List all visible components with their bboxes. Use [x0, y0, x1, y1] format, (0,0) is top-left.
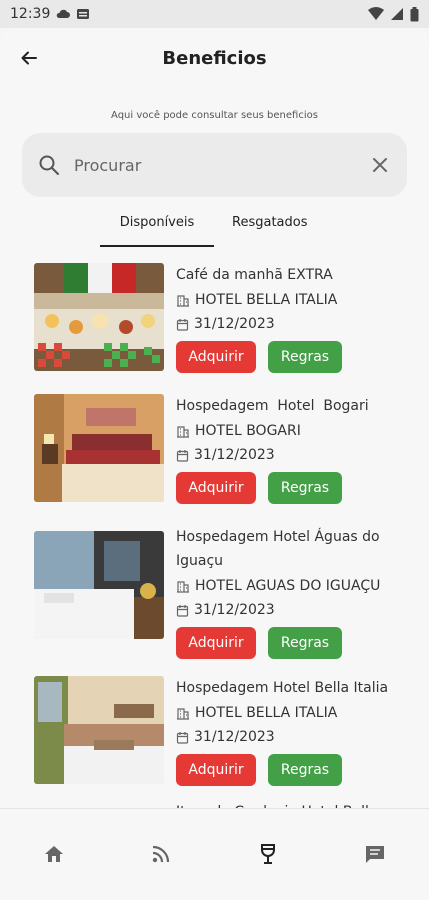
- calendar-icon: [176, 604, 189, 617]
- item-hotel-label: HOTEL AGUAS DO IGUAÇU: [195, 578, 381, 594]
- list-item[interactable]: Hospedagem Hotel Bogari HOTEL BOGARI 31/…: [0, 394, 429, 504]
- rules-button[interactable]: Regras: [268, 754, 342, 786]
- rules-button[interactable]: Regras: [268, 341, 342, 373]
- page-subtitle: Aqui você pode consultar seus beneficios: [111, 110, 318, 121]
- breakfast-buffet-image: [34, 263, 164, 371]
- screen: Beneficios Aqui você pode consultar seus…: [0, 28, 429, 900]
- status-time: 12:39: [10, 6, 51, 22]
- item-date: 31/12/2023: [176, 726, 411, 748]
- item-hotel: HOTEL BOGARI: [176, 420, 411, 442]
- rules-button[interactable]: Regras: [268, 472, 342, 504]
- item-date-label: 31/12/2023: [194, 316, 275, 332]
- item-name: Hospedagem Hotel Bogari: [176, 398, 369, 414]
- nav-feed[interactable]: [141, 839, 181, 869]
- item-hotel-label: HOTEL BELLA ITALIA: [195, 705, 338, 721]
- signal-icon: [391, 8, 403, 20]
- cloud-icon: [57, 9, 71, 18]
- acquire-button[interactable]: Adquirir: [176, 754, 256, 786]
- close-icon[interactable]: [367, 152, 393, 178]
- calendar-icon: [176, 731, 189, 744]
- calendar-icon: [176, 449, 189, 462]
- list-item[interactable]: Hospedagem Hotel Bella Italia HOTEL BELL…: [0, 676, 429, 786]
- status-bar: 12:39: [0, 0, 429, 28]
- acquire-button[interactable]: Adquirir: [176, 341, 256, 373]
- item-name: Item do Cardapio Hotel Bella Italia: [176, 800, 411, 808]
- benefits-list[interactable]: Café da manhã EXTRA HOTEL BELLA ITALIA 3…: [0, 263, 429, 808]
- item-hotel-label: HOTEL BELLA ITALIA: [195, 292, 338, 308]
- sim-card-icon: [77, 9, 90, 19]
- tab-disponiveis[interactable]: Disponíveis: [100, 213, 214, 247]
- rss-feed-icon: [152, 845, 169, 863]
- chat-icon: [366, 846, 385, 863]
- nav-benefits[interactable]: [248, 839, 288, 869]
- item-name: Café da manhã EXTRA: [176, 267, 333, 283]
- bottom-nav: [0, 808, 429, 900]
- item-date-label: 31/12/2023: [194, 602, 275, 618]
- acquire-button[interactable]: Adquirir: [176, 472, 256, 504]
- list-item[interactable]: Café da manhã EXTRA HOTEL BELLA ITALIA 3…: [0, 263, 429, 373]
- item-hotel: HOTEL AGUAS DO IGUAÇU: [176, 575, 411, 597]
- battery-icon: [410, 6, 419, 21]
- item-hotel: HOTEL BELLA ITALIA: [176, 289, 411, 311]
- hotel-room-image: [34, 676, 164, 784]
- wifi-icon: [368, 7, 384, 20]
- list-item[interactable]: Item do Cardapio Hotel Bella Italia: [0, 800, 429, 808]
- item-hotel: HOTEL BELLA ITALIA: [176, 702, 411, 724]
- calendar-icon: [176, 318, 189, 331]
- item-date: 31/12/2023: [176, 599, 411, 621]
- building-icon: [177, 295, 189, 307]
- building-icon: [177, 708, 189, 720]
- hotel-room-image: [34, 531, 164, 639]
- item-date: 31/12/2023: [176, 313, 411, 335]
- nav-home[interactable]: [34, 839, 74, 869]
- home-icon: [44, 846, 63, 862]
- acquire-button[interactable]: Adquirir: [176, 627, 256, 659]
- item-name: Hospedagem Hotel Águas do Iguaçu: [176, 529, 380, 569]
- building-icon: [177, 581, 189, 593]
- search-input[interactable]: [74, 155, 367, 175]
- app-bar: Beneficios: [0, 28, 429, 88]
- item-date-label: 31/12/2023: [194, 447, 275, 463]
- wine-glass-icon: [261, 844, 276, 864]
- hotel-room-image: [34, 394, 164, 502]
- item-hotel-label: HOTEL BOGARI: [195, 423, 301, 439]
- item-date-label: 31/12/2023: [194, 729, 275, 745]
- tab-resgatados[interactable]: Resgatados: [232, 213, 307, 247]
- rules-button[interactable]: Regras: [268, 627, 342, 659]
- search-icon[interactable]: [36, 152, 62, 178]
- tab-bar: Disponíveis Resgatados: [100, 213, 429, 247]
- back-button[interactable]: [14, 43, 44, 73]
- item-name: Hospedagem Hotel Bella Italia: [176, 680, 389, 696]
- nav-messages[interactable]: [355, 839, 395, 869]
- list-item[interactable]: Hospedagem Hotel Águas do Iguaçu HOTEL A…: [0, 525, 429, 659]
- page-title: Beneficios: [162, 47, 267, 69]
- search-bar: [22, 133, 407, 197]
- building-icon: [177, 426, 189, 438]
- arrow-back-icon: [21, 51, 37, 65]
- item-date: 31/12/2023: [176, 444, 411, 466]
